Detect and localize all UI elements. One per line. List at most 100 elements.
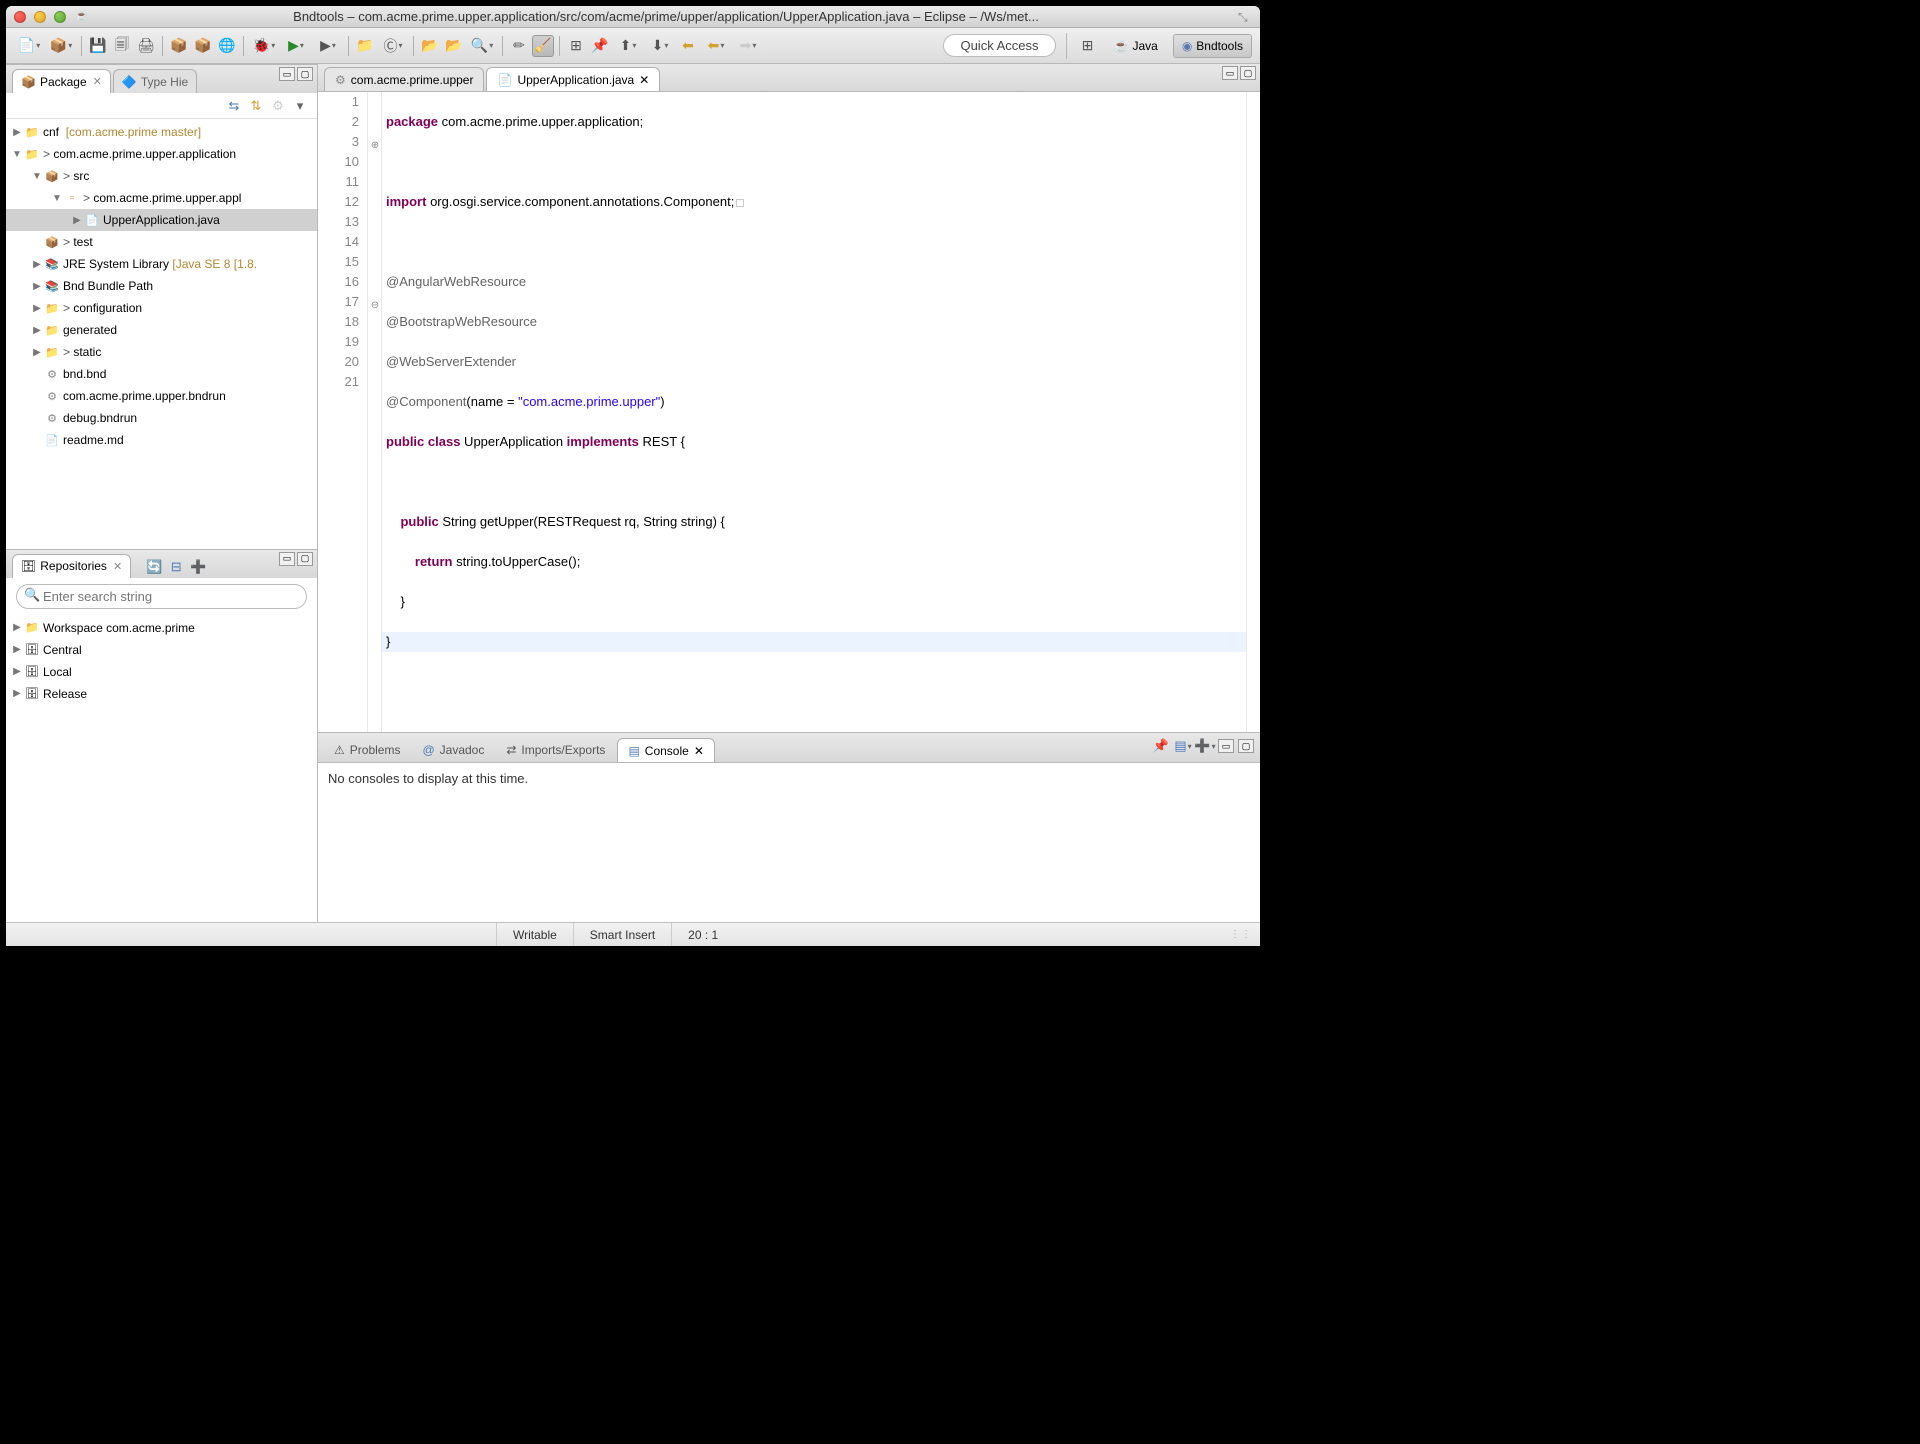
globe-button[interactable]: 🌐 — [216, 35, 238, 57]
pin-button[interactable]: 📌 — [589, 35, 611, 57]
tab-problems[interactable]: ⚠ Problems — [324, 738, 410, 762]
tab-javadoc[interactable]: @ Javadoc — [412, 738, 494, 762]
maximize-icon[interactable]: ⤡ — [1238, 10, 1252, 24]
tree-item-test[interactable]: 📦 > test — [6, 231, 317, 253]
quick-access-field[interactable]: Quick Access — [943, 34, 1055, 57]
code-editor[interactable]: 1 2 3 10 11 12 13 14 15 16 17 18 19 20 — [318, 92, 1260, 732]
zoom-window-button[interactable] — [54, 11, 66, 23]
tree-item-bnd-path[interactable]: ▶ 📚 Bnd Bundle Path — [6, 275, 317, 297]
annotation-next-button[interactable]: ⬇▾ — [645, 35, 675, 57]
add-repo-icon[interactable]: ➕ — [189, 558, 207, 576]
tree-item-debug-bndrun[interactable]: ⚙ debug.bndrun — [6, 407, 317, 429]
filter-icon[interactable]: ⚙ — [269, 97, 287, 115]
annotation-prev-button[interactable]: ⬆▾ — [613, 35, 643, 57]
close-icon[interactable]: ✕ — [113, 560, 122, 573]
new-class-button[interactable]: Ⓒ▾ — [378, 35, 408, 57]
expand-icon[interactable]: ▶ — [10, 644, 24, 655]
minimize-editor-button[interactable]: ▭ — [1222, 66, 1238, 80]
tab-type-hierarchy[interactable]: 🔷 Type Hie — [113, 69, 197, 93]
expand-icon[interactable]: ▶ — [30, 281, 44, 292]
toggle-mark-button[interactable]: ✏ — [508, 35, 530, 57]
run-button[interactable]: ▶▾ — [281, 35, 311, 57]
collapse-icon[interactable]: ▼ — [10, 149, 24, 160]
tree-item-readme[interactable]: 📄 readme.md — [6, 429, 317, 451]
close-icon[interactable]: ✕ — [639, 73, 649, 87]
new-button[interactable]: 📄▾ — [14, 35, 44, 57]
refresh-icon[interactable]: 🔄 — [145, 558, 163, 576]
minimize-view-button[interactable]: ▭ — [279, 67, 295, 81]
view-menu-icon[interactable]: ▾ — [291, 97, 309, 115]
perspective-bndtools[interactable]: ◉ Bndtools — [1173, 34, 1252, 58]
perspective-java[interactable]: ☕ Java — [1105, 34, 1167, 58]
maximize-panel-button[interactable]: ▢ — [1238, 739, 1254, 753]
back-history-button[interactable]: ⬅▾ — [701, 35, 731, 57]
minimize-panel-button[interactable]: ▭ — [1218, 739, 1234, 753]
repo-item-local[interactable]: ▶ 🗄 Local — [6, 661, 317, 683]
overview-ruler[interactable] — [1246, 92, 1260, 732]
editor-tab-bnd[interactable]: ⚙ com.acme.prime.upper — [324, 67, 484, 91]
back-button[interactable]: ⬅ — [677, 35, 699, 57]
editor-tab-java[interactable]: 📄 UpperApplication.java ✕ — [486, 67, 660, 91]
new-project-button[interactable]: 📦▾ — [46, 35, 76, 57]
expand-icon[interactable]: ▶ — [70, 215, 84, 226]
clean-button[interactable]: 🧹 — [532, 35, 554, 57]
search-button[interactable]: 🔍▾ — [467, 35, 497, 57]
repo-item-release[interactable]: ▶ 🗄 Release — [6, 683, 317, 705]
tab-console[interactable]: ▤ Console ✕ — [617, 738, 714, 762]
minimize-view-button[interactable]: ▭ — [279, 552, 295, 566]
tree-item-bnd-bnd[interactable]: ⚙ bnd.bnd — [6, 363, 317, 385]
expand-icon[interactable]: ▶ — [30, 325, 44, 336]
repo-item-workspace[interactable]: ▶ 📁 Workspace com.acme.prime — [6, 617, 317, 639]
fold-expand-icon[interactable]: ⊕ — [369, 136, 381, 148]
new-package-button[interactable]: 📁 — [354, 35, 376, 57]
close-icon[interactable]: ✕ — [694, 744, 704, 758]
expand-icon[interactable]: ▶ — [30, 303, 44, 314]
expand-icon[interactable]: ▶ — [10, 666, 24, 677]
repo-search-input[interactable] — [16, 584, 307, 609]
tree-item-project[interactable]: ▼ 📁 > com.acme.prime.upper.application — [6, 143, 317, 165]
tab-repositories[interactable]: 🗄 Repositories ✕ — [12, 554, 131, 578]
tree-item-bndrun[interactable]: ⚙ com.acme.prime.upper.bndrun — [6, 385, 317, 407]
display-console-icon[interactable]: ▤▾ — [1174, 737, 1192, 755]
expand-icon[interactable]: ▶ — [10, 127, 24, 138]
tree-item-static[interactable]: ▶ 📁 > static — [6, 341, 317, 363]
collapse-icon[interactable]: ▼ — [50, 193, 64, 204]
tree-item-java-file[interactable]: ▶ 📄 UpperApplication.java — [6, 209, 317, 231]
minimize-window-button[interactable] — [34, 11, 46, 23]
tree-item-configuration[interactable]: ▶ 📁 > configuration — [6, 297, 317, 319]
code-content[interactable]: package com.acme.prime.upper.application… — [382, 92, 1246, 732]
build-all-button[interactable]: 📦 — [192, 35, 214, 57]
tree-item-src[interactable]: ▼ 📦 > src — [6, 165, 317, 187]
outline-button[interactable]: ⊞ — [565, 35, 587, 57]
collapse-icon[interactable]: ▼ — [30, 171, 44, 182]
tab-package-explorer[interactable]: 📦 Package ✕ — [12, 69, 111, 93]
save-all-button[interactable]: 🗐 — [111, 35, 133, 57]
expand-icon[interactable]: ▶ — [10, 688, 24, 699]
repo-item-central[interactable]: ▶ 🗄 Central — [6, 639, 317, 661]
tree-item-jre[interactable]: ▶ 📚 JRE System Library [Java SE 8 [1.8. — [6, 253, 317, 275]
close-window-button[interactable] — [14, 11, 26, 23]
fold-collapse-icon[interactable]: ⊖ — [369, 296, 381, 308]
build-button[interactable]: 📦 — [168, 35, 190, 57]
pin-console-icon[interactable]: 📌 — [1152, 737, 1170, 755]
maximize-view-button[interactable]: ▢ — [297, 552, 313, 566]
tree-item-package[interactable]: ▼ ▫ > com.acme.prime.upper.appl — [6, 187, 317, 209]
collapse-all-icon[interactable]: ⇆ — [225, 97, 243, 115]
folded-import-icon[interactable] — [736, 199, 744, 207]
tree-item-generated[interactable]: ▶ 📁 generated — [6, 319, 317, 341]
print-button[interactable]: 🖨 — [135, 35, 157, 57]
expand-icon[interactable]: ▶ — [30, 347, 44, 358]
forward-button[interactable]: ➡▾ — [733, 35, 763, 57]
open-task-button[interactable]: 📂 — [443, 35, 465, 57]
collapse-icon[interactable]: ⊟ — [167, 558, 185, 576]
expand-icon[interactable]: ▶ — [10, 622, 24, 633]
link-editor-icon[interactable]: ⇅ — [247, 97, 265, 115]
new-console-icon[interactable]: ➕▾ — [1196, 737, 1214, 755]
maximize-view-button[interactable]: ▢ — [297, 67, 313, 81]
tab-imports[interactable]: ⇄ Imports/Exports — [496, 738, 615, 762]
close-icon[interactable]: ✕ — [93, 75, 102, 88]
open-perspective-button[interactable]: ⊞ — [1077, 35, 1099, 57]
maximize-editor-button[interactable]: ▢ — [1240, 66, 1256, 80]
run-last-button[interactable]: ▶▾ — [313, 35, 343, 57]
tree-item-cnf[interactable]: ▶ 📁 cnf [com.acme.prime master] — [6, 121, 317, 143]
